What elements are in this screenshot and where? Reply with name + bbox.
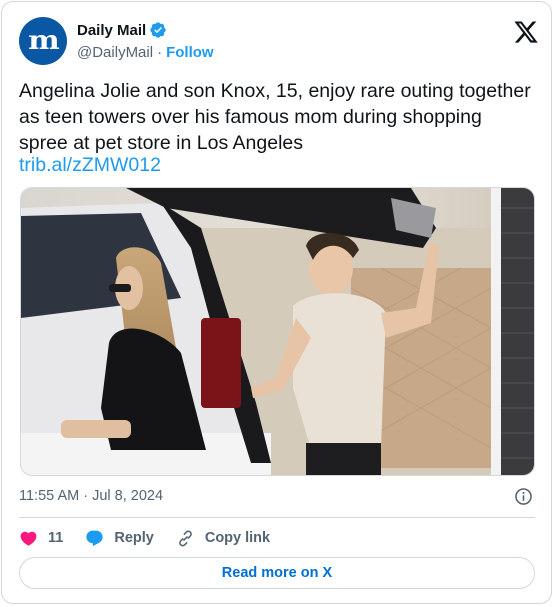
follow-button[interactable]: Follow — [166, 44, 214, 61]
like-count: 11 — [48, 530, 64, 546]
boy-shorts — [306, 443, 381, 475]
heart-icon — [20, 531, 37, 546]
reply-button[interactable]: Reply — [85, 529, 154, 548]
copy-link-button[interactable]: Copy link — [176, 529, 270, 548]
tweet-timestamp[interactable]: 11:55 AM · Jul 8, 2024 — [19, 488, 163, 504]
divider — [19, 517, 535, 518]
info-icon[interactable] — [514, 487, 533, 506]
tweet-embed-card: m Daily Mail @DailyMail · Follow Angelin… — [1, 1, 552, 604]
author-display-name[interactable]: Daily Mail — [77, 22, 146, 39]
reply-bubble-icon — [86, 530, 103, 546]
tweet-text: Angelina Jolie and son Knox, 15, enjoy r… — [19, 80, 531, 154]
separator-dot: · — [157, 44, 163, 61]
timestamp-row: 11:55 AM · Jul 8, 2024 — [19, 487, 535, 507]
name-row: Daily Mail — [77, 21, 167, 39]
read-more-button[interactable]: Read more on X — [19, 557, 535, 589]
verified-badge-icon — [150, 22, 166, 38]
author-handle[interactable]: @DailyMail — [77, 44, 153, 61]
copy-link-label: Copy link — [204, 530, 271, 546]
tail-light — [201, 318, 241, 408]
reply-label: Reply — [114, 530, 154, 546]
x-logo-icon[interactable] — [513, 19, 539, 45]
photo-illustration — [21, 188, 534, 475]
tweet-photo[interactable] — [20, 187, 535, 476]
like-button[interactable]: 11 — [19, 529, 63, 548]
boy-shirt — [293, 293, 386, 450]
avatar[interactable]: m — [19, 17, 67, 65]
tweet-link[interactable]: trib.al/zZMW012 — [19, 152, 161, 178]
link-icon — [179, 530, 192, 546]
tweet-header: m Daily Mail @DailyMail · Follow — [19, 17, 539, 67]
action-bar: 11 Reply Copy link — [19, 525, 292, 551]
handle-row: @DailyMail · Follow — [77, 44, 214, 61]
avatar-logo-text: m — [28, 26, 60, 56]
